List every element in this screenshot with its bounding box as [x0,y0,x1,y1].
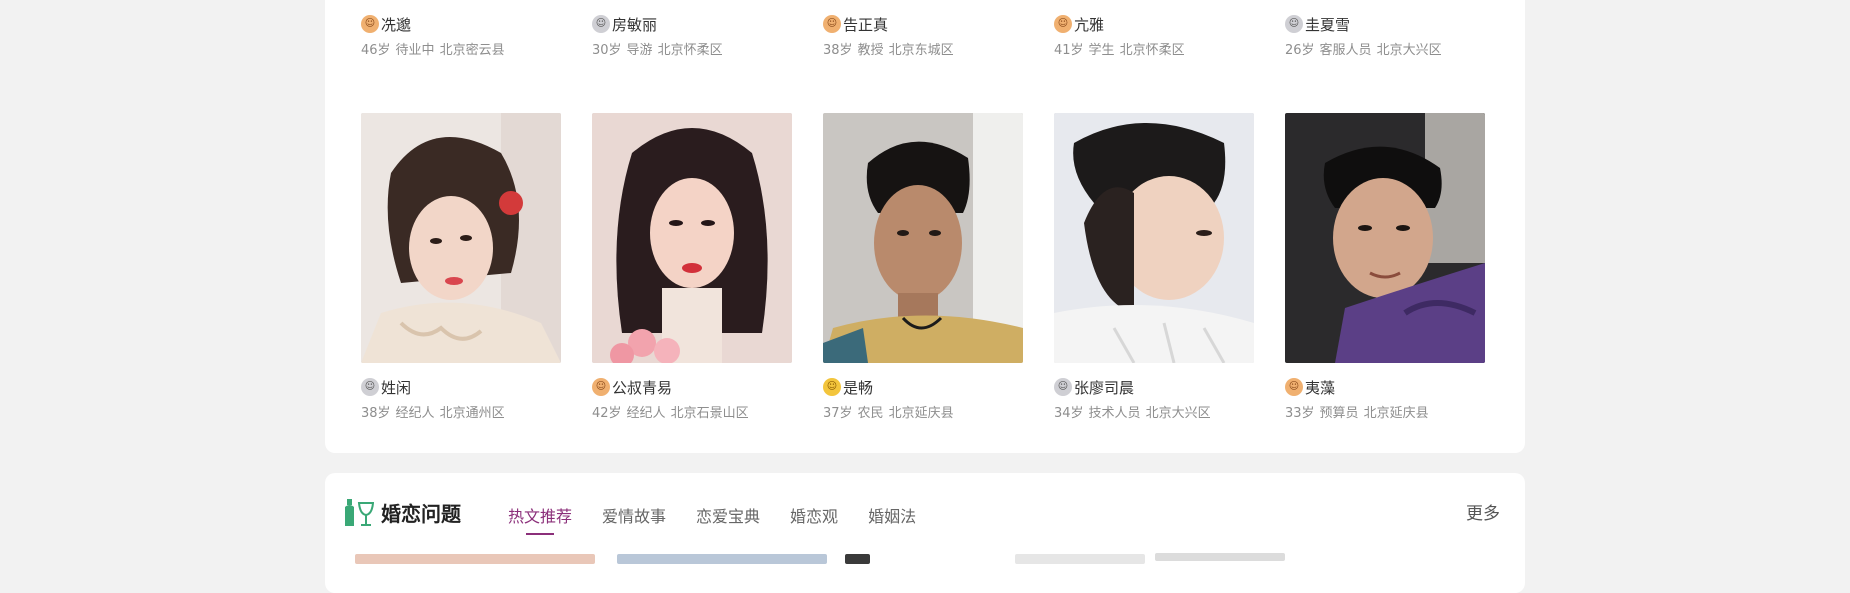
profile-name[interactable]: 告正真 [843,14,888,35]
topic-tabs: 热文推荐 爱情故事 恋爱宝典 婚恋观 婚姻法 [508,503,946,535]
profile-job: 待业中 [395,43,435,58]
article-thumbnail[interactable] [845,554,870,564]
profile-job: 导游 [626,43,653,58]
profile-card[interactable]: ☺ 告正真 38岁 教授 北京东城区 [823,0,1023,58]
profile-age: 41岁 [1054,43,1084,58]
wine-bottle-glass-icon [345,499,374,526]
profile-name[interactable]: 张廖司晨 [1074,377,1134,398]
profile-photo[interactable] [823,113,1023,363]
profile-job: 学生 [1088,43,1115,58]
profile-photo[interactable] [1285,113,1485,363]
male-avatar-icon: ☺ [823,378,841,396]
profile-name[interactable]: 姓闲 [381,377,411,398]
tab-love-stories[interactable]: 爱情故事 [602,503,666,533]
profile-name[interactable]: 夷藻 [1305,377,1335,398]
profile-card[interactable]: ☺ 亢雅 41岁 学生 北京怀柔区 [1054,0,1254,58]
female-avatar-icon: ☺ [1054,15,1072,33]
female-avatar-icon: ☺ [592,378,610,396]
profile-job: 客服人员 [1319,43,1372,58]
profile-location: 北京大兴区 [1145,406,1211,421]
profile-job: 农民 [857,406,884,421]
profile-location: 北京密云县 [439,43,505,58]
profile-age: 46岁 [361,43,391,58]
profile-location: 北京东城区 [888,43,954,58]
profile-location: 北京延庆县 [888,406,954,421]
profile-job: 技术人员 [1088,406,1141,421]
tab-marriage-law[interactable]: 婚姻法 [868,503,916,533]
tab-love-guide[interactable]: 恋爱宝典 [696,503,760,533]
profile-job: 经纪人 [626,406,666,421]
male-avatar-icon: ☺ [592,15,610,33]
profile-age: 26岁 [1285,43,1315,58]
profiles-card: ☺ 冼邈 46岁 待业中 北京密云县 ☺ 房敏丽 30岁 导游 北京怀柔区 ☺ 告正真 38岁… [325,0,1525,453]
profile-name[interactable]: 是畅 [843,377,873,398]
profile-name[interactable]: 公叔青易 [612,377,672,398]
profile-name[interactable]: 亢雅 [1074,14,1104,35]
profile-photo[interactable] [361,113,561,363]
profile-name[interactable]: 冼邈 [381,14,411,35]
male-avatar-icon: ☺ [1285,15,1303,33]
profile-location: 北京石景山区 [670,406,749,421]
profile-card[interactable]: ☺ 姓闲 38岁 经纪人 北京通州区 [361,113,561,421]
female-avatar-icon: ☺ [1285,378,1303,396]
profile-job: 预算员 [1319,406,1359,421]
profile-location: 北京延庆县 [1363,406,1429,421]
ranking-heading [1155,553,1285,561]
profile-name[interactable]: 房敏丽 [612,14,657,35]
article-thumbnail[interactable] [355,554,595,564]
profile-card[interactable]: ☺ 圭夏雪 26岁 客服人员 北京大兴区 [1285,0,1485,58]
profile-card[interactable]: ☺ 房敏丽 30岁 导游 北京怀柔区 [592,0,792,58]
profile-job: 教授 [857,43,884,58]
profile-location: 北京怀柔区 [1119,43,1185,58]
profile-card[interactable]: ☺ 是畅 37岁 农民 北京延庆县 [823,113,1023,421]
profile-age: 33岁 [1285,406,1315,421]
profile-card[interactable]: ☺ 公叔青易 42岁 经纪人 北京石景山区 [592,113,792,421]
profile-age: 30岁 [592,43,622,58]
male-avatar-icon: ☺ [1054,378,1072,396]
profile-age: 42岁 [592,406,622,421]
marriage-topics-section: 婚恋问题 热文推荐 爱情故事 恋爱宝典 婚恋观 婚姻法 更多 [325,473,1525,593]
profile-age: 38岁 [361,406,391,421]
tab-hot-articles[interactable]: 热文推荐 [508,503,572,535]
female-avatar-icon: ☺ [361,15,379,33]
profile-age: 37岁 [823,406,853,421]
profile-card[interactable]: ☺ 夷藻 33岁 预算员 北京延庆县 [1285,113,1485,421]
profile-age: 38岁 [823,43,853,58]
section-header: 婚恋问题 [344,497,461,527]
profile-job: 经纪人 [395,406,435,421]
female-avatar-icon: ☺ [823,15,841,33]
profile-card[interactable]: ☺ 张廖司晨 34岁 技术人员 北京大兴区 [1054,113,1254,421]
profile-photo[interactable] [592,113,792,363]
profile-name[interactable]: 圭夏雪 [1305,14,1350,35]
more-link[interactable]: 更多 [1466,499,1500,524]
profile-location: 北京大兴区 [1376,43,1442,58]
profile-photo[interactable] [1054,113,1254,363]
male-avatar-icon: ☺ [361,378,379,396]
profile-location: 北京通州区 [439,406,505,421]
section-title: 婚恋问题 [381,501,461,526]
profile-card[interactable]: ☺ 冼邈 46岁 待业中 北京密云县 [361,0,561,58]
tab-marriage-views[interactable]: 婚恋观 [790,503,838,533]
article-thumbnail[interactable] [617,554,827,564]
article-thumbnail[interactable] [1015,554,1145,564]
profile-age: 34岁 [1054,406,1084,421]
profile-location: 北京怀柔区 [657,43,723,58]
